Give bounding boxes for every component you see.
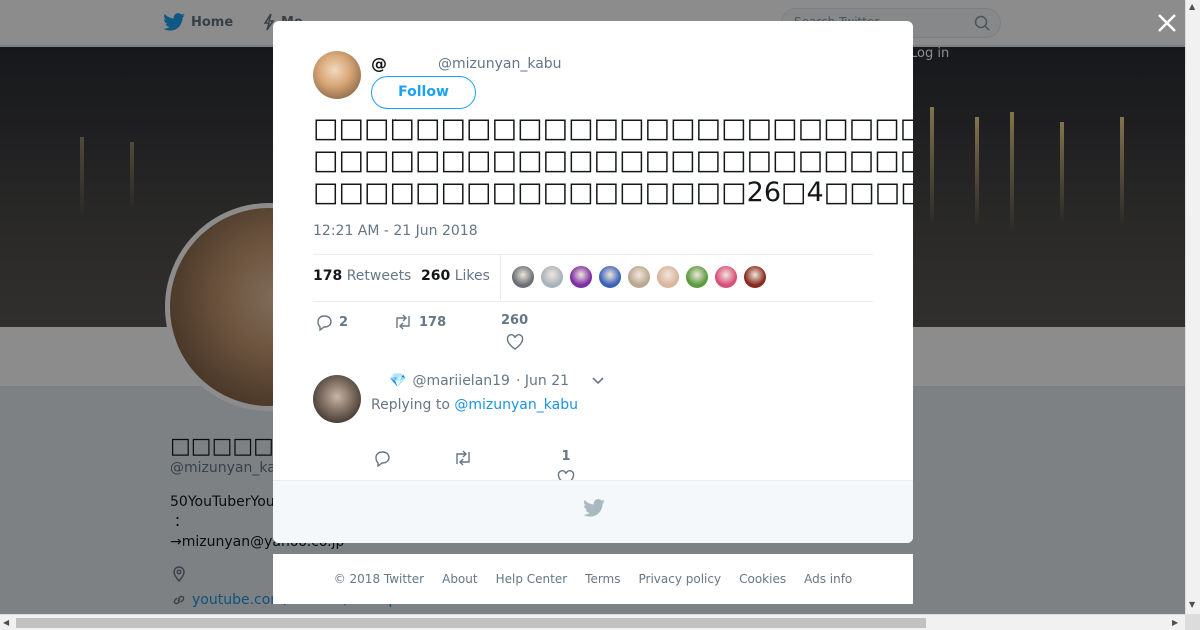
reply-retweet-button[interactable]: [453, 449, 473, 467]
horizontal-scroll-thumb[interactable]: [16, 618, 926, 628]
horizontal-scrollbar[interactable]: ◀ ▶: [0, 614, 1185, 630]
vertical-scrollbar[interactable]: ▲ ▼: [1185, 0, 1200, 614]
tweet-text-line: □□□□□□□□□□□□□□□□□26□4□□□□□□□□□□□□□□→□□□□…: [313, 177, 913, 208]
replying-to-label: Replying to: [371, 397, 450, 413]
liker-avatar[interactable]: [685, 265, 709, 289]
footer-links: © 2018 Twitter About Help Center Terms P…: [273, 554, 913, 604]
likers-avatars: [511, 265, 767, 289]
liker-avatar[interactable]: [714, 265, 738, 289]
scroll-right-arrow-icon[interactable]: ▶: [1172, 618, 1178, 627]
reply-tweet[interactable]: 💎 @mariielan19 · Jun 21 Replying to @miz…: [313, 373, 873, 453]
tweet-text-line: □□□□□□□□□□□□□□□□□□□□□□□□□□: [313, 145, 913, 176]
close-modal-button[interactable]: [1154, 10, 1180, 36]
author-avatar[interactable]: [313, 51, 361, 99]
chevron-down-icon[interactable]: [591, 375, 605, 389]
like-count: 260: [501, 313, 529, 328]
retweet-icon: [456, 450, 470, 466]
footer-link-cookies[interactable]: Cookies: [739, 572, 786, 586]
modal-footer: [273, 480, 913, 543]
close-icon: [1158, 14, 1176, 32]
liker-avatar[interactable]: [511, 265, 535, 289]
retweets-count: 178: [313, 268, 343, 284]
likes-count: 260: [421, 268, 451, 284]
tweet-timestamp[interactable]: 12:21 AM - 21 Jun 2018: [313, 223, 478, 239]
scroll-left-arrow-icon[interactable]: ◀: [3, 618, 9, 627]
footer-link-ads[interactable]: Ads info: [804, 572, 852, 586]
footer-copyright: © 2018 Twitter: [333, 572, 425, 586]
liker-avatar[interactable]: [627, 265, 651, 289]
gem-icon: 💎: [389, 373, 407, 389]
reply-date[interactable]: · Jun 21: [516, 373, 569, 389]
reply-reply-button[interactable]: [373, 449, 391, 467]
reply-button[interactable]: 2: [315, 313, 348, 331]
likes-stat[interactable]: 260 Likes: [421, 268, 490, 284]
likes-label: Likes: [454, 268, 490, 284]
footer-link-terms[interactable]: Terms: [585, 572, 620, 586]
scroll-up-arrow-icon[interactable]: ▲: [1189, 2, 1195, 11]
footer-link-help[interactable]: Help Center: [496, 572, 568, 586]
reply-icon: [317, 315, 332, 331]
reply-handle[interactable]: @mariielan19: [412, 373, 510, 389]
reply-like-count: 1: [561, 449, 571, 464]
stat-divider: [500, 255, 501, 301]
footer-link-about[interactable]: About: [442, 572, 477, 586]
liker-avatar[interactable]: [656, 265, 680, 289]
scroll-down-arrow-icon[interactable]: ▼: [1189, 600, 1195, 609]
retweets-stat[interactable]: 178 Retweets: [313, 268, 411, 284]
twitter-bird-icon: [583, 499, 605, 517]
author-handle[interactable]: @mizunyan_kabu: [438, 56, 562, 72]
reply-count: 2: [339, 314, 349, 330]
like-button[interactable]: 260: [501, 313, 528, 350]
reply-icon: [375, 451, 390, 467]
tweet-text: □□□□□□□□□□□□□□□□□□□□□□□□□0□□□□□□□□□□□□□ …: [313, 113, 913, 209]
heart-icon: [506, 334, 523, 350]
replying-to: Replying to @mizunyan_kabu: [371, 397, 578, 413]
reply-avatar[interactable]: [313, 375, 361, 423]
liker-avatar[interactable]: [743, 265, 767, 289]
follow-button[interactable]: Follow: [371, 76, 476, 109]
liker-avatar[interactable]: [598, 265, 622, 289]
author-name[interactable]: @: [371, 54, 387, 73]
reply-header: 💎 @mariielan19 · Jun 21: [389, 373, 569, 389]
footer-link-privacy[interactable]: Privacy policy: [639, 572, 722, 586]
retweets-label: Retweets: [346, 268, 412, 284]
tweet-actions: 2 178 260: [313, 313, 873, 353]
replying-to-link[interactable]: @mizunyan_kabu: [454, 397, 578, 413]
tweet-stats: 178 Retweets 260 Likes: [313, 254, 873, 302]
tweet-text-line: □□□□□□□□□□□□□□□□□□□□□□□□□0□□□□□□□□□□□□□: [313, 113, 913, 144]
tweet-permalink-modal: @ @mizunyan_kabu Follow ⌄ □□□□□□□□□□□□□□…: [273, 21, 913, 543]
retweet-button[interactable]: 178: [393, 313, 446, 331]
liker-avatar[interactable]: [569, 265, 593, 289]
scrollbar-corner: [1185, 614, 1200, 630]
retweet-icon: [396, 314, 410, 330]
liker-avatar[interactable]: [540, 265, 564, 289]
retweet-count: 178: [419, 314, 447, 330]
